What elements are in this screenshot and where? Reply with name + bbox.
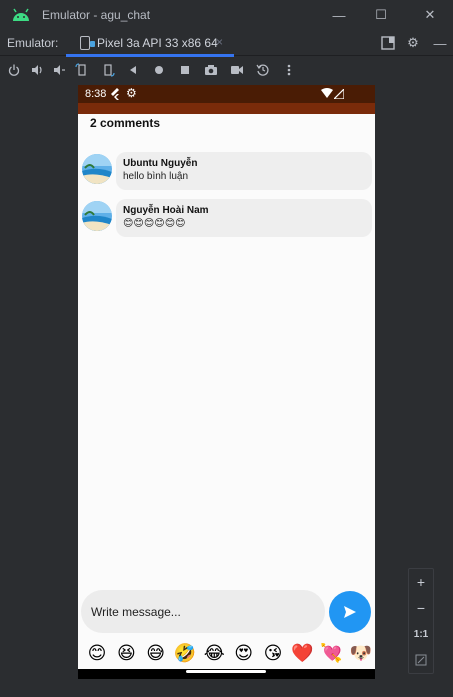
- comment-item[interactable]: Ubuntu Nguyễn hello bình luận: [82, 152, 372, 190]
- app-bar: [78, 103, 375, 114]
- minimize-icon: —: [332, 7, 346, 23]
- signal-icon: [334, 89, 344, 99]
- zoom-out-button[interactable]: −: [409, 596, 433, 620]
- device-screen[interactable]: 8:38 ⚙ 2 comments Ubuntu Nguyễn hello bì…: [78, 85, 375, 679]
- emoji-button[interactable]: 😅: [143, 640, 169, 666]
- emoji-button[interactable]: 😂: [201, 640, 227, 666]
- emoji-button[interactable]: 😘: [260, 640, 286, 666]
- volume-down-icon[interactable]: [51, 62, 67, 78]
- minus-icon: −: [416, 600, 426, 616]
- comment-author: Ubuntu Nguyễn: [123, 158, 198, 169]
- tab-pixel-3a[interactable]: Pixel 3a API 33 x86 64 ×: [66, 30, 234, 57]
- emoji-button[interactable]: 🐶: [348, 640, 374, 666]
- emulator-label: Emulator:: [7, 36, 59, 50]
- avatar[interactable]: [82, 201, 112, 231]
- send-icon: [344, 606, 356, 618]
- status-bar: 8:38 ⚙: [78, 85, 375, 103]
- tab-label: Pixel 3a API 33 x86 64: [97, 36, 218, 50]
- emoji-button[interactable]: 😊: [84, 640, 110, 666]
- home-gesture-handle[interactable]: [186, 670, 266, 673]
- emoji-picker-row: 😊 😆 😅 🤣 😂 😍 😘 ❤️ 💘 🐶: [84, 640, 374, 666]
- screenshot-camera-icon[interactable]: [203, 62, 219, 78]
- comment-bubble: Nguyễn Hoài Nam 😊😊😊😊😊😊: [116, 199, 372, 237]
- avatar[interactable]: [82, 154, 112, 184]
- emulator-toolbar: [0, 57, 453, 83]
- flutter-icon: [111, 88, 119, 100]
- send-button[interactable]: [329, 591, 371, 633]
- more-options-icon[interactable]: [281, 62, 297, 78]
- emulator-tab-bar: Emulator: Pixel 3a API 33 x86 64 × ⚙ —: [0, 30, 453, 57]
- emoji-button[interactable]: 💘: [319, 640, 345, 666]
- screen-record-icon[interactable]: [229, 62, 245, 78]
- close-tab-icon[interactable]: ×: [216, 35, 223, 49]
- close-window-button[interactable]: ✕: [418, 5, 442, 25]
- power-icon[interactable]: [6, 62, 22, 78]
- maximize-button[interactable]: ☐: [369, 5, 393, 25]
- gesture-nav-bar: [78, 669, 375, 679]
- fit-screen-icon: [415, 654, 427, 666]
- plus-icon: +: [416, 574, 426, 590]
- emoji-button[interactable]: ❤️: [289, 640, 315, 666]
- emoji-button[interactable]: 🤣: [172, 640, 198, 666]
- emoji-button[interactable]: 😆: [113, 640, 139, 666]
- comment-text: hello bình luận: [123, 171, 189, 182]
- wifi-icon: [321, 88, 333, 98]
- rotate-left-icon[interactable]: [74, 62, 90, 78]
- message-composer: 😊 😆 😅 🤣 😂 😍 😘 ❤️ 💘 🐶: [78, 584, 375, 679]
- settings-gear-icon[interactable]: ⚙: [404, 34, 422, 52]
- rotate-right-icon[interactable]: [100, 62, 116, 78]
- actual-size-button[interactable]: 1:1: [409, 622, 433, 646]
- status-time: 8:38: [85, 88, 107, 100]
- comments-count-heading: 2 comments: [90, 116, 161, 130]
- window-title: Emulator - agu_chat: [42, 8, 151, 22]
- home-icon[interactable]: [151, 62, 167, 78]
- maximize-icon: ☐: [375, 7, 387, 22]
- fit-screen-button[interactable]: [409, 648, 433, 672]
- comments-sheet: 2 comments Ubuntu Nguyễn hello bình luận: [78, 114, 375, 584]
- android-icon: [13, 8, 29, 21]
- settings-status-icon: ⚙: [126, 86, 137, 100]
- snapshot-history-icon[interactable]: [255, 62, 271, 78]
- device-icon: [80, 36, 95, 50]
- emoji-button[interactable]: 😍: [231, 640, 257, 666]
- comment-author: Nguyễn Hoài Nam: [123, 205, 209, 216]
- window-title-bar: Emulator - agu_chat — ☐ ✕: [0, 0, 453, 30]
- volume-up-icon[interactable]: [29, 62, 45, 78]
- layout-icon[interactable]: [379, 34, 397, 52]
- actual-size-label: 1:1: [413, 628, 429, 640]
- comment-text: 😊😊😊😊😊😊: [123, 218, 186, 229]
- comment-item[interactable]: Nguyễn Hoài Nam 😊😊😊😊😊😊: [82, 199, 372, 237]
- comment-bubble: Ubuntu Nguyễn hello bình luận: [116, 152, 372, 190]
- zoom-controls: + − 1:1: [408, 568, 434, 674]
- minimize-button[interactable]: —: [327, 5, 351, 25]
- minimize-panel-icon[interactable]: —: [431, 34, 449, 52]
- overview-icon[interactable]: [177, 62, 193, 78]
- message-input[interactable]: [81, 590, 325, 633]
- close-icon: ✕: [424, 7, 436, 22]
- back-icon[interactable]: [125, 62, 141, 78]
- zoom-in-button[interactable]: +: [409, 570, 433, 594]
